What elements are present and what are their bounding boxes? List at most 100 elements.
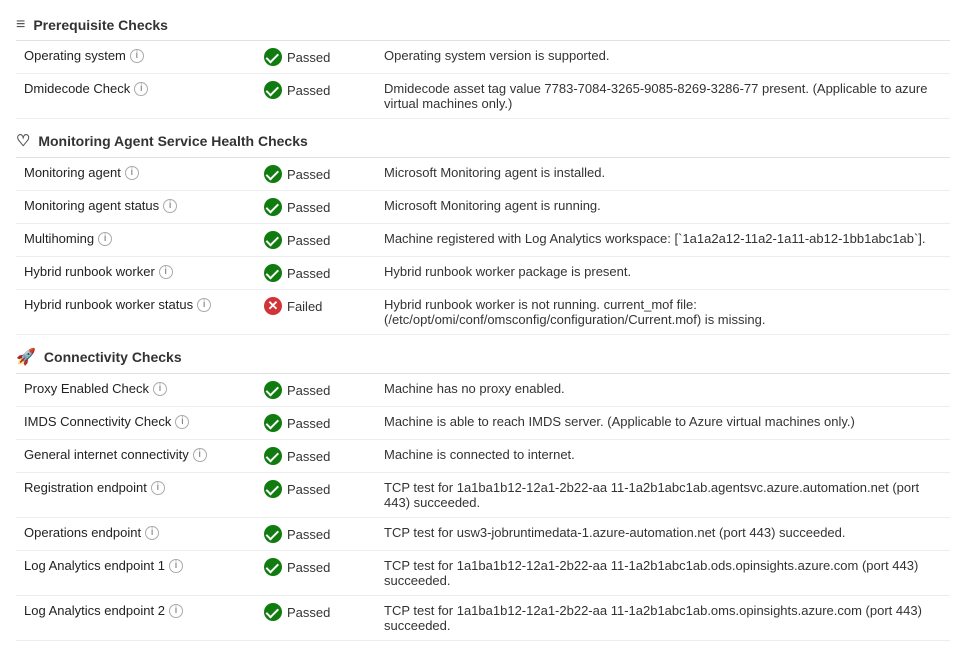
- check-name-label: Multihoming: [24, 231, 94, 246]
- check-name-cell: Hybrid runbook worker status i: [16, 290, 256, 335]
- check-status-cell: Passed: [256, 191, 376, 224]
- check-status-cell: Passed: [256, 158, 376, 191]
- check-name-label: Hybrid runbook worker status: [24, 297, 193, 312]
- section-header-connectivity: 🚀 Connectivity Checks: [16, 339, 950, 374]
- status-label: Failed: [287, 299, 322, 314]
- info-icon[interactable]: i: [151, 481, 165, 495]
- check-name-cell: Registration endpoint i: [16, 473, 256, 518]
- check-name-label: Log Analytics endpoint 1: [24, 558, 165, 573]
- monitoring-title: Monitoring Agent Service Health Checks: [38, 133, 307, 149]
- check-name-cell: Operations endpoint i: [16, 518, 256, 551]
- table-row: Multihoming i Passed Machine registered wit…: [16, 224, 950, 257]
- monitoring-icon: ♡: [16, 131, 30, 151]
- info-icon[interactable]: i: [159, 265, 173, 279]
- check-name-cell: Log Analytics endpoint 1 i: [16, 551, 256, 596]
- table-row: Hybrid runbook worker status i ✕FailedHybr…: [16, 290, 950, 335]
- passed-icon: [264, 447, 282, 465]
- monitoring-table: Monitoring agentiPassedMicrosoft Monitor…: [16, 158, 950, 335]
- check-name-label: Registration endpoint: [24, 480, 147, 495]
- passed-icon: [264, 48, 282, 66]
- table-row: Operations endpoint i Passed TCP test for u…: [16, 518, 950, 551]
- info-icon[interactable]: i: [169, 559, 183, 573]
- passed-icon: [264, 381, 282, 399]
- table-row: Log Analytics endpoint 1 i Passed TCP test …: [16, 551, 950, 596]
- check-description-cell: TCP test for 1a1ba1b12-12a1-2b22-aa 11-1…: [376, 551, 950, 596]
- status-label: Passed: [287, 50, 330, 65]
- passed-icon: [264, 414, 282, 432]
- check-name-label: Hybrid runbook worker: [24, 264, 155, 279]
- info-icon[interactable]: i: [169, 604, 183, 618]
- check-name-cell: Proxy Enabled Check i: [16, 374, 256, 407]
- status-label: Passed: [287, 449, 330, 464]
- check-description-cell: Hybrid runbook worker is not running. cu…: [376, 290, 950, 335]
- check-description-cell: Dmidecode asset tag value 7783-7084-3265…: [376, 74, 950, 119]
- check-status-cell: Passed: [256, 407, 376, 440]
- section-header-monitoring: ♡ Monitoring Agent Service Health Checks: [16, 123, 950, 158]
- check-name-cell: Operating system i: [16, 41, 256, 74]
- check-name-cell: Monitoring agent i: [16, 158, 256, 191]
- check-name-label: Operating system: [24, 48, 126, 63]
- table-row: Registration endpoint i PassedTCP test for…: [16, 473, 950, 518]
- info-icon[interactable]: i: [163, 199, 177, 213]
- check-name-label: Proxy Enabled Check: [24, 381, 149, 396]
- info-icon[interactable]: i: [153, 382, 167, 396]
- check-name-label: Operations endpoint: [24, 525, 141, 540]
- passed-icon: [264, 81, 282, 99]
- status-label: Passed: [287, 527, 330, 542]
- status-label: Passed: [287, 416, 330, 431]
- check-description-cell: Machine is able to reach IMDS server. (A…: [376, 407, 950, 440]
- check-status-cell: ✕Failed: [256, 290, 376, 335]
- check-description-cell: TCP test for usw3-jobruntimedata-1.azure…: [376, 518, 950, 551]
- check-description-cell: Machine registered with Log Analytics wo…: [376, 224, 950, 257]
- status-label: Passed: [287, 560, 330, 575]
- section-header-prerequisite: ≡Prerequisite Checks: [16, 8, 950, 41]
- check-description-cell: Microsoft Monitoring agent is running.: [376, 191, 950, 224]
- check-description-cell: Machine is connected to internet.: [376, 440, 950, 473]
- table-row: General internet connectivityiPassedMach…: [16, 440, 950, 473]
- check-name-label: Log Analytics endpoint 2: [24, 603, 165, 618]
- status-label: Passed: [287, 83, 330, 98]
- check-name-cell: IMDS Connectivity Check i: [16, 407, 256, 440]
- check-name-label: Monitoring agent: [24, 165, 121, 180]
- passed-icon: [264, 231, 282, 249]
- check-status-cell: Passed: [256, 374, 376, 407]
- check-status-cell: Passed: [256, 257, 376, 290]
- status-label: Passed: [287, 167, 330, 182]
- status-label: Passed: [287, 200, 330, 215]
- table-row: Log Analytics endpoint 2iPassedTCP test …: [16, 596, 950, 641]
- connectivity-title: Connectivity Checks: [44, 349, 182, 365]
- connectivity-table: Proxy Enabled CheckiPassedMachine has no…: [16, 374, 950, 641]
- check-status-cell: Passed: [256, 596, 376, 641]
- info-icon[interactable]: i: [134, 82, 148, 96]
- passed-icon: [264, 480, 282, 498]
- prerequisite-title: Prerequisite Checks: [33, 17, 168, 33]
- check-description-cell: Microsoft Monitoring agent is installed.: [376, 158, 950, 191]
- connectivity-icon: 🚀: [16, 347, 36, 367]
- info-icon[interactable]: i: [98, 232, 112, 246]
- info-icon[interactable]: i: [193, 448, 207, 462]
- check-name-label: IMDS Connectivity Check: [24, 414, 171, 429]
- passed-icon: [264, 198, 282, 216]
- check-description-cell: TCP test for 1a1ba1b12-12a1-2b22-aa 11-1…: [376, 473, 950, 518]
- passed-icon: [264, 264, 282, 282]
- passed-icon: [264, 558, 282, 576]
- status-label: Passed: [287, 233, 330, 248]
- table-row: Monitoring agent i Passed Microsoft Monitor…: [16, 158, 950, 191]
- info-icon[interactable]: i: [197, 298, 211, 312]
- info-icon[interactable]: i: [125, 166, 139, 180]
- info-icon[interactable]: i: [145, 526, 159, 540]
- info-icon[interactable]: i: [175, 415, 189, 429]
- passed-icon: [264, 603, 282, 621]
- passed-icon: [264, 525, 282, 543]
- check-status-cell: Passed: [256, 41, 376, 74]
- check-status-cell: Passed: [256, 473, 376, 518]
- info-icon[interactable]: i: [130, 49, 144, 63]
- check-status-cell: Passed: [256, 74, 376, 119]
- status-label: Passed: [287, 383, 330, 398]
- check-status-cell: Passed: [256, 518, 376, 551]
- check-description-cell: Hybrid runbook worker package is present…: [376, 257, 950, 290]
- prerequisite-table: Operating system i Passed Operating system …: [16, 41, 950, 119]
- check-status-cell: Passed: [256, 224, 376, 257]
- check-name-cell: Hybrid runbook worker i: [16, 257, 256, 290]
- main-container: ≡Prerequisite Checks Operating system i Pas…: [0, 0, 966, 668]
